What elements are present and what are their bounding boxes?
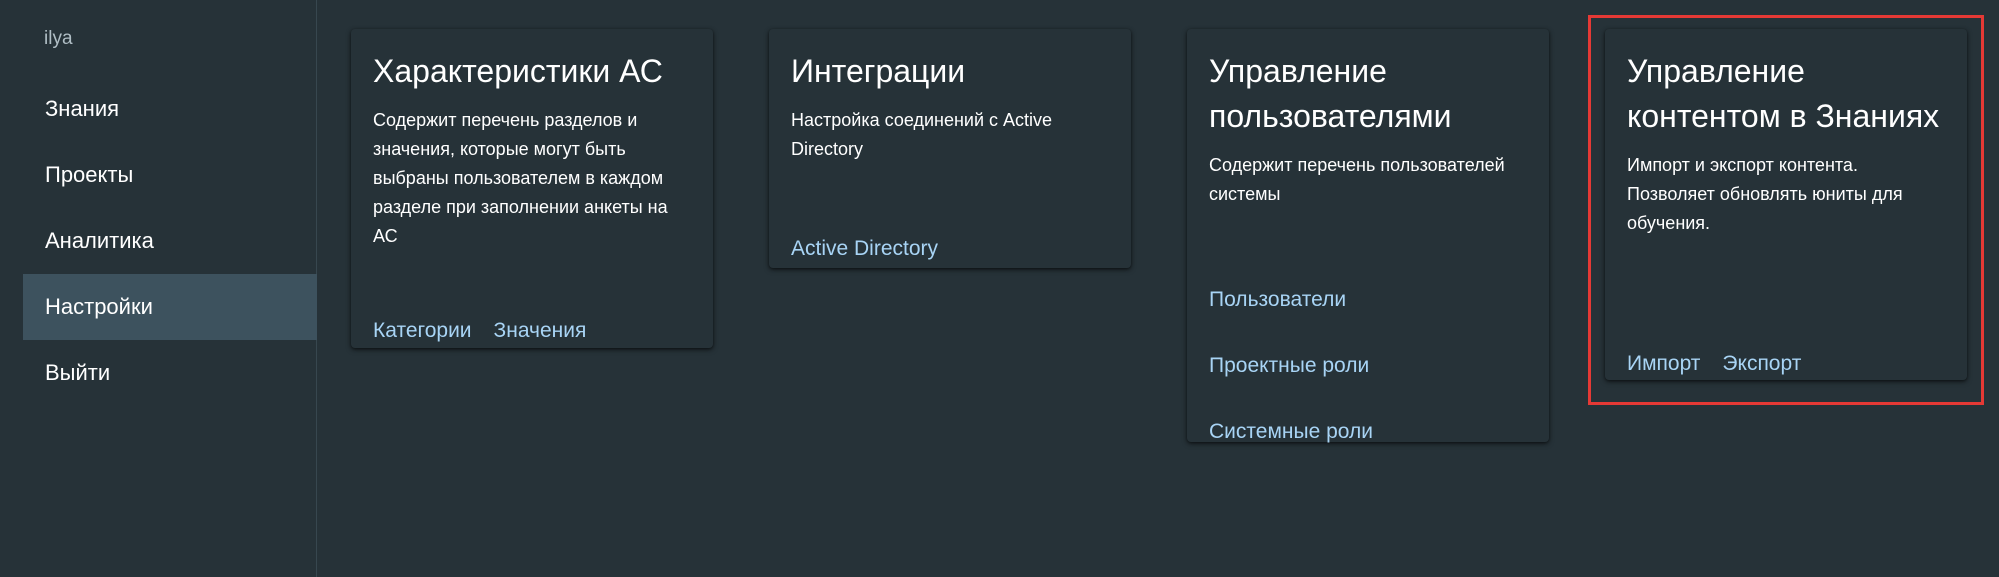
sidebar-item-logout[interactable]: Выйти: [23, 340, 317, 406]
card-description: Содержит перечень разделов и значения, к…: [373, 110, 668, 246]
sidebar-item-knowledge[interactable]: Знания: [23, 76, 317, 142]
card-actions: Active Directory: [791, 237, 938, 261]
sidebar-item-projects[interactable]: Проекты: [23, 142, 317, 208]
card-description: Содержит перечень пользователей системы: [1209, 155, 1505, 204]
sidebar-item-settings[interactable]: Настройки: [23, 274, 317, 340]
card-title: Управление контентом в Знаниях: [1627, 53, 1940, 134]
sidebar: ilya Знания Проекты Аналитика Настройки …: [0, 0, 317, 577]
card-description: Импорт и экспорт контента. Позволяет обн…: [1627, 155, 1903, 233]
card-title: Интеграции: [791, 53, 966, 89]
users-link[interactable]: Пользователи: [1209, 267, 1373, 333]
card-actions: Категории Значения: [373, 319, 586, 343]
export-link[interactable]: Экспорт: [1722, 352, 1801, 376]
card-title: Управление пользователями: [1209, 53, 1452, 134]
active-directory-link[interactable]: Active Directory: [791, 237, 938, 261]
card-content-management: Управление контентом в Знаниях Импорт и …: [1605, 29, 1967, 380]
categories-link[interactable]: Категории: [373, 319, 472, 343]
user-name: ilya: [44, 28, 73, 49]
values-link[interactable]: Значения: [494, 319, 587, 343]
card-user-management: Управление пользователями Содержит переч…: [1187, 29, 1549, 443]
card-actions: Импорт Экспорт: [1627, 352, 1801, 376]
card-integrations: Интеграции Настройка соединений с Active…: [769, 29, 1131, 268]
sidebar-nav: Знания Проекты Аналитика Настройки Выйти: [23, 76, 317, 406]
sidebar-item-analytics[interactable]: Аналитика: [23, 208, 317, 274]
app-root: ilya Знания Проекты Аналитика Настройки …: [0, 0, 1999, 577]
card-actions: Пользователи Проектные роли Системные ро…: [1209, 267, 1373, 465]
project-roles-link[interactable]: Проектные роли: [1209, 333, 1373, 399]
system-roles-link[interactable]: Системные роли: [1209, 399, 1373, 465]
card-description: Настройка соединений с Active Directory: [791, 110, 1053, 159]
card-system-characteristics: Характеристики АС Содержит перечень разд…: [351, 29, 713, 348]
import-link[interactable]: Импорт: [1627, 352, 1700, 376]
card-title: Характеристики АС: [373, 53, 663, 89]
